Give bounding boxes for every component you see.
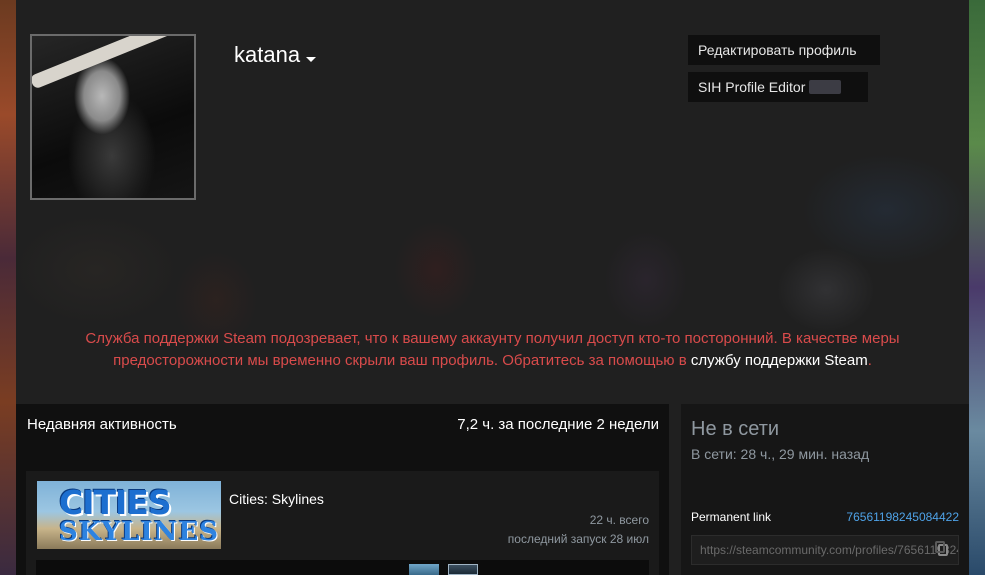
sih-badge-icon <box>809 80 842 94</box>
profile-name-menu[interactable]: katana <box>234 42 317 68</box>
online-status: Не в сети <box>691 418 780 440</box>
chevron-down-icon <box>306 56 317 62</box>
steam-id-link[interactable]: 76561198245084422 <box>846 510 959 524</box>
account-warning: Служба поддержки Steam подозревает, что … <box>40 328 945 372</box>
profile-url-field[interactable]: https://steamcommunity.com/profiles/7656… <box>691 535 959 565</box>
game-name-link[interactable]: Cities: Skylines <box>229 491 324 507</box>
game-hours-total: 22 ч. всего <box>589 513 649 527</box>
permanent-link-label: Permanent link <box>691 510 772 524</box>
edit-profile-button[interactable]: Редактировать профиль <box>688 35 880 65</box>
profile-status-panel: Не в сети В сети: 28 ч., 29 мин. назад P… <box>681 404 969 575</box>
avatar-image <box>32 36 194 198</box>
recent-activity-panel: Недавняя активность 7,2 ч. за последние … <box>16 404 669 575</box>
profile-url-text: https://steamcommunity.com/profiles/7656… <box>700 543 958 557</box>
support-link[interactable]: службу поддержки Steam <box>691 352 868 369</box>
game-card: CITIES SKYLINES Cities: Skylines 22 ч. в… <box>26 471 659 575</box>
background-art-right <box>969 0 985 575</box>
achievement-icon[interactable] <box>448 564 478 575</box>
recent-activity-hours: 7,2 ч. за последние 2 недели <box>457 415 659 433</box>
achievement-strip <box>36 560 649 575</box>
achievement-icon[interactable] <box>409 564 439 575</box>
game-logo-line2: SKYLINES <box>59 517 220 547</box>
sih-profile-editor-label: SIH Profile Editor <box>698 79 806 95</box>
recent-activity-title: Недавняя активность <box>27 415 177 433</box>
warning-text-end: . <box>867 352 872 369</box>
last-online-text: В сети: 28 ч., 29 мин. назад <box>691 446 870 462</box>
avatar[interactable] <box>30 34 196 200</box>
profile-name: katana <box>234 42 301 67</box>
sih-profile-editor-button[interactable]: SIH Profile Editor <box>688 72 868 102</box>
background-art-left <box>0 0 16 575</box>
game-last-played: последний запуск 28 июл <box>507 532 649 546</box>
recent-activity-header: Недавняя активность 7,2 ч. за последние … <box>16 404 669 444</box>
copy-icon[interactable] <box>935 541 948 556</box>
game-capsule-image[interactable]: CITIES SKYLINES <box>37 481 221 549</box>
